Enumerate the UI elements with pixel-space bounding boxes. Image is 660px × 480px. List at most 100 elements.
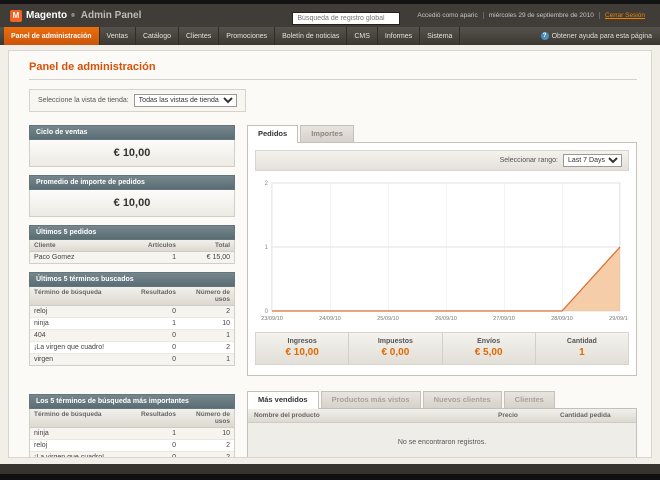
table-row[interactable]: ¡La virgen que cuadro! 0 2 [30, 342, 234, 354]
help-icon: ? [540, 32, 549, 40]
nav-item-cms[interactable]: CMS [347, 27, 378, 45]
cell-term: ninja [34, 430, 49, 437]
nav-item-newsletter[interactable]: Boletín de noticias [275, 27, 348, 45]
cell-results: 0 [172, 332, 176, 339]
cell-uses: 10 [222, 430, 230, 437]
diagram-box: Seleccionar rango: Last 7 Days 0 1 2 23/09/… [247, 142, 637, 376]
tab-most-viewed[interactable]: Productos más vistos [320, 391, 421, 408]
svg-text:26/09/10: 26/09/10 [435, 316, 457, 322]
cell-uses: 2 [226, 308, 230, 315]
tab-bestsellers[interactable]: Más vendidos [247, 391, 319, 409]
magento-logo-icon: M [10, 9, 22, 22]
nav-item-system[interactable]: Sistema [420, 27, 461, 45]
total-value: € 5,00 [474, 347, 503, 358]
cell-term: reloj [34, 308, 48, 315]
last-search-panel: Últimos 5 términos buscados Término de b… [29, 272, 235, 366]
cell-term: ninja [34, 320, 49, 327]
col-header-term: Término de búsqueda [34, 411, 102, 418]
logo-suffix: Admin Panel [80, 10, 142, 21]
last-search-header: Término de búsqueda Resultados Número de… [30, 287, 234, 306]
table-row[interactable]: reloj 0 2 [30, 440, 234, 452]
last-orders-title: Últimos 5 pedidos [29, 225, 235, 240]
table-row[interactable]: virgen 0 1 [30, 354, 234, 365]
dashboard-left-column: Ciclo de ventas € 10,00 Promedio de impo… [29, 125, 235, 458]
svg-text:25/09/10: 25/09/10 [377, 316, 399, 322]
tab-customers[interactable]: Clientes [503, 391, 555, 408]
table-row[interactable]: ninja 1 10 [30, 318, 234, 330]
top-search-header: Término de búsqueda Resultados Número de… [30, 409, 234, 428]
totals-bar: Ingresos € 10,00 Impuestos € 0,00 Envíos… [255, 332, 629, 365]
table-row[interactable]: ¡La virgen que cuadro! 0 2 [30, 452, 234, 458]
col-header-total: Total [214, 242, 230, 249]
col-header-term: Término de búsqueda [34, 289, 102, 296]
svg-text:2: 2 [265, 181, 269, 187]
cell-results: 0 [172, 454, 176, 458]
tab-amounts[interactable]: Importes [300, 125, 354, 142]
cell-results: 0 [172, 442, 176, 449]
nav-item-catalog[interactable]: Catálogo [136, 27, 179, 45]
cell-uses: 1 [226, 332, 230, 339]
logout-link[interactable]: Cerrar Sesión [598, 12, 650, 19]
table-row[interactable]: 404 0 1 [30, 330, 234, 342]
page-title: Panel de administración [29, 61, 156, 73]
last-search-table: Término de búsqueda Resultados Número de… [29, 287, 235, 366]
help-label: Obtener ayuda para esta página [551, 32, 652, 40]
cell-items: 1 [172, 254, 176, 261]
total-label: Envíos [477, 338, 501, 345]
top-search-panel: Los 5 términos de búsqueda más important… [29, 394, 235, 458]
browser-viewport: M Magento® Admin Panel Accedió como apar… [0, 0, 660, 480]
table-row[interactable]: ninja 1 10 [30, 428, 234, 440]
table-row[interactable]: Paco Gomez 1 € 15,00 [30, 252, 234, 263]
title-divider [29, 79, 637, 80]
average-orders-panel: Promedio de importe de pedidos € 10,00 [29, 175, 235, 217]
table-row[interactable]: reloj 0 2 [30, 306, 234, 318]
nav-item-dashboard[interactable]: Panel de administración [4, 27, 100, 45]
nav-item-sales[interactable]: Ventas [100, 27, 136, 45]
empty-records-message: No se encontraron registros. [248, 423, 636, 457]
cell-uses: 10 [222, 320, 230, 327]
tab-orders[interactable]: Pedidos [247, 125, 299, 143]
logo-text: Magento [26, 10, 68, 21]
top-search-table: Término de búsqueda Resultados Número de… [29, 409, 235, 458]
col-header-product-name: Nombre del producto [254, 412, 320, 419]
nav-item-customers[interactable]: Clientes [179, 27, 220, 45]
global-search-input[interactable] [292, 11, 401, 25]
svg-text:28/09/10: 28/09/10 [551, 316, 573, 322]
cell-customer: Paco Gomez [34, 254, 75, 261]
cell-uses: 2 [226, 454, 230, 458]
svg-text:0: 0 [265, 309, 269, 315]
tab-new-customers[interactable]: Nuevos clientes [422, 391, 502, 408]
content-card: Panel de administración Seleccione la vi… [8, 50, 652, 458]
cell-uses: 1 [226, 356, 230, 363]
svg-text:29/09/10: 29/09/10 [609, 316, 628, 322]
orders-chart: 0 1 2 23/09/10 24/09/10 25/09/10 26/09/10 27/09… [261, 181, 628, 322]
average-orders-value: € 10,00 [29, 190, 235, 217]
store-view-select[interactable]: Todas las vistas de tienda [133, 94, 237, 107]
total-shipping: Envíos € 5,00 [441, 333, 535, 364]
cell-term: reloj [34, 442, 48, 449]
range-strip: Seleccionar rango: Last 7 Days [255, 150, 629, 171]
col-header-results: Resultados [140, 411, 176, 418]
admin-header: M Magento® Admin Panel Accedió como apar… [0, 4, 660, 27]
col-header-qty-ordered: Cantidad pedida [560, 412, 611, 419]
total-value: € 0,00 [381, 347, 410, 358]
svg-text:24/09/10: 24/09/10 [319, 316, 341, 322]
cell-results: 0 [172, 356, 176, 363]
products-box: Nombre del producto Precio Cantidad pedi… [247, 408, 637, 457]
nav-item-reports[interactable]: Informes [378, 27, 421, 45]
cell-term: virgen [34, 356, 54, 363]
magento-logo[interactable]: M Magento ® Admin Panel [10, 9, 142, 22]
last-orders-panel: Últimos 5 pedidos Cliente Artículos Tota… [29, 225, 235, 264]
total-label: Ingresos [287, 338, 317, 345]
page-help-link[interactable]: ? Obtener ayuda para esta página [540, 27, 660, 45]
cell-results: 0 [172, 344, 176, 351]
col-header-price: Precio [498, 412, 518, 419]
total-tax: Impuestos € 0,00 [348, 333, 441, 364]
footer-bar [0, 464, 660, 474]
nav-item-promotions[interactable]: Promociones [219, 27, 276, 45]
cell-uses: 2 [226, 344, 230, 351]
svg-text:23/09/10: 23/09/10 [261, 316, 283, 322]
main-nav: Panel de administración Ventas Catálogo … [0, 27, 660, 45]
range-select[interactable]: Last 7 Days [563, 154, 622, 167]
